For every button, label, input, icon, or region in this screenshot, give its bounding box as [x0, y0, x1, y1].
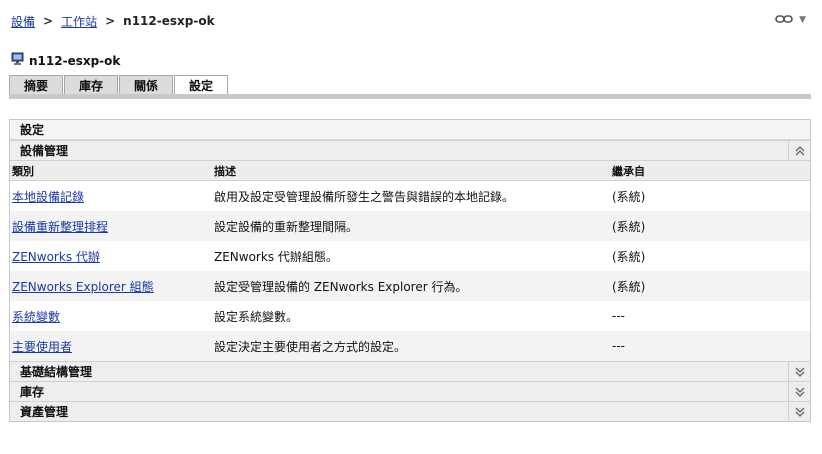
setting-inherited-from: (系統) [612, 219, 646, 234]
setting-link[interactable]: ZENworks 代辦 [12, 250, 100, 264]
table-row: 系統變數 設定系統變數。 --- [10, 301, 810, 331]
collapse-icon[interactable] [788, 140, 810, 161]
settings-panel: 設定 設備管理 類別 描述 繼承自 本地設備記錄 啟用及設定受管理設備所發生之警… [9, 119, 811, 422]
setting-link[interactable]: 本地設備記錄 [12, 190, 84, 204]
section-infrastructure-management[interactable]: 基礎結構管理 [10, 361, 810, 382]
column-header-category[interactable]: 類別 [10, 163, 210, 179]
setting-inherited-from: --- [612, 309, 625, 323]
setting-link[interactable]: 設備重新整理排程 [12, 220, 108, 234]
table-row: 設備重新整理排程 設定設備的重新整理間隔。 (系統) [10, 211, 810, 241]
tab-relationships[interactable]: 關係 [119, 75, 174, 94]
table-header: 類別 描述 繼承自 [10, 160, 810, 181]
breadcrumb: 設備 > 工作站 > n112-esxp-ok [11, 12, 215, 30]
table-row: 本地設備記錄 啟用及設定受管理設備所發生之警告與錯誤的本地記錄。 (系統) [10, 181, 810, 211]
tab-divider [9, 94, 811, 99]
breadcrumb-separator: > [105, 14, 116, 28]
breadcrumb-separator: > [43, 14, 54, 28]
breadcrumb-devices-link[interactable]: 設備 [11, 13, 35, 30]
setting-description: 設定系統變數。 [214, 309, 299, 324]
column-header-inherited-from[interactable]: 繼承自 [608, 163, 810, 179]
tab-summary[interactable]: 摘要 [9, 75, 64, 94]
table-row: ZENworks 代辦 ZENworks 代辦組態。 (系統) [10, 241, 810, 271]
breadcrumb-current: n112-esxp-ok [123, 14, 215, 28]
section-device-management: 設備管理 [10, 140, 810, 161]
setting-description: 設定決定主要使用者之方式的設定。 [214, 339, 407, 354]
dropdown-arrow-icon[interactable]: ▼ [799, 15, 806, 25]
tab-inventory[interactable]: 庫存 [64, 75, 119, 94]
expand-icon[interactable] [788, 401, 810, 422]
setting-link[interactable]: 主要使用者 [12, 340, 72, 354]
setting-inherited-from: --- [612, 339, 625, 353]
setting-link[interactable]: 系統變數 [12, 310, 60, 324]
setting-description: 設定受管理設備的 ZENworks Explorer 行為。 [214, 279, 468, 294]
device-header: n112-esxp-ok [11, 52, 120, 69]
column-header-description[interactable]: 描述 [210, 163, 608, 179]
workstation-icon [11, 52, 25, 69]
tab-settings[interactable]: 設定 [174, 75, 229, 94]
setting-description: ZENworks 代辦組態。 [214, 249, 338, 264]
section-title: 設備管理 [20, 144, 69, 158]
setting-inherited-from: (系統) [612, 189, 646, 204]
setting-inherited-from: (系統) [612, 249, 646, 264]
setting-description: 設定設備的重新整理間隔。 [214, 219, 359, 234]
page-title: n112-esxp-ok [29, 53, 121, 68]
expand-icon[interactable] [788, 381, 810, 402]
tab-bar: 摘要 庫存 關係 設定 [9, 75, 229, 94]
panel-title: 設定 [10, 120, 810, 140]
table-row: 主要使用者 設定決定主要使用者之方式的設定。 --- [10, 331, 810, 361]
expand-icon[interactable] [788, 361, 810, 382]
table-row: ZENworks Explorer 組態 設定受管理設備的 ZENworks E… [10, 271, 810, 301]
setting-link[interactable]: ZENworks Explorer 組態 [12, 280, 154, 294]
section-inventory[interactable]: 庫存 [10, 381, 810, 402]
section-asset-management[interactable]: 資產管理 [10, 401, 810, 422]
setting-description: 啟用及設定受管理設備所發生之警告與錯誤的本地記錄。 [214, 189, 515, 204]
link-options[interactable]: ▼ [775, 13, 806, 27]
section-title: 基礎結構管理 [20, 365, 93, 379]
chain-link-icon[interactable] [775, 13, 793, 27]
section-title: 資產管理 [20, 405, 69, 419]
setting-inherited-from: (系統) [612, 279, 646, 294]
breadcrumb-workstations-link[interactable]: 工作站 [61, 13, 97, 30]
section-title: 庫存 [20, 385, 45, 399]
